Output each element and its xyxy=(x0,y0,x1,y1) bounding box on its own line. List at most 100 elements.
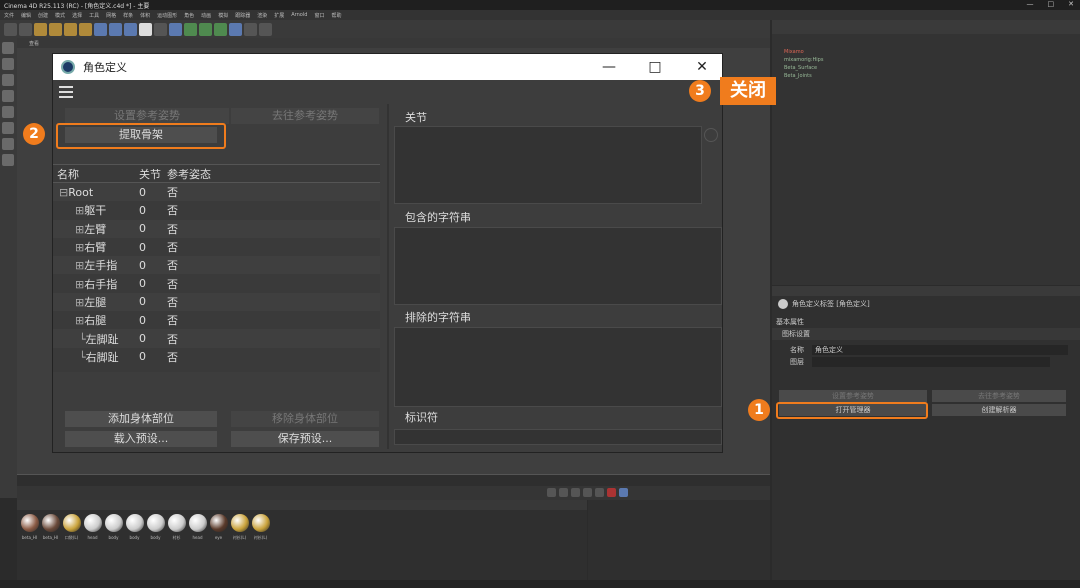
expand-icon[interactable]: ⊞ xyxy=(75,241,84,254)
play-icon[interactable] xyxy=(571,488,580,497)
tree-row[interactable]: ⊞左腿 0 否 xyxy=(53,292,380,312)
menu-item[interactable]: 样条 xyxy=(123,12,133,19)
material-swatch[interactable]: head xyxy=(187,512,208,541)
menu-item[interactable]: 网格 xyxy=(106,12,116,19)
menu-item[interactable]: 渲染 xyxy=(257,12,267,19)
object-row[interactable]: Beta_Joints xyxy=(772,72,1080,80)
menu-item[interactable]: 窗口 xyxy=(314,12,324,19)
menu-item[interactable]: 动画 xyxy=(201,12,211,19)
material-swatch[interactable]: beta_HI xyxy=(40,512,61,541)
point-mode-icon[interactable] xyxy=(2,58,14,70)
splitter[interactable] xyxy=(387,104,389,449)
exclude-strings-field[interactable] xyxy=(394,327,722,407)
material-swatch[interactable]: body xyxy=(124,512,145,541)
material-swatch[interactable]: 衬衫(L) xyxy=(250,512,271,541)
add-body-part-button[interactable]: 添加身体部位 xyxy=(65,411,217,427)
dialog-maximize-icon[interactable]: □ xyxy=(645,57,665,77)
menu-item[interactable]: 运动图形 xyxy=(157,12,177,19)
render-settings-icon[interactable] xyxy=(154,22,167,36)
cube-icon[interactable] xyxy=(169,22,182,36)
save-preset-button[interactable]: 保存预设... xyxy=(231,431,379,447)
tree-row[interactable]: ⊞右臂 0 否 xyxy=(53,238,380,256)
camera-icon[interactable] xyxy=(244,22,257,36)
material-swatch[interactable]: body xyxy=(103,512,124,541)
deformer-icon[interactable] xyxy=(199,22,212,36)
tree-row[interactable]: ⊞左臂 0 否 xyxy=(53,219,380,238)
col-ref[interactable]: 参考姿态 xyxy=(165,166,215,182)
menu-item[interactable]: Arnold xyxy=(291,12,307,18)
scale-icon[interactable] xyxy=(64,22,77,36)
minimize-icon[interactable]: — xyxy=(1027,0,1034,8)
col-name[interactable]: 名称 xyxy=(53,166,137,182)
material-swatch[interactable]: beta_HI xyxy=(19,512,40,541)
attr-set-ref-button[interactable]: 设置参考姿势 xyxy=(779,390,927,402)
expand-icon[interactable]: ⊞ xyxy=(75,223,84,236)
field-icon[interactable] xyxy=(214,22,227,36)
col-joints[interactable]: 关节 xyxy=(137,166,165,182)
menu-item[interactable]: 帮助 xyxy=(331,12,341,19)
x-axis-icon[interactable] xyxy=(94,22,107,36)
rotate-icon[interactable] xyxy=(79,22,92,36)
expand-icon[interactable]: ⊞ xyxy=(75,259,84,272)
move-icon[interactable] xyxy=(49,22,62,36)
tree-row[interactable]: └左脚趾 0 否 xyxy=(53,329,380,348)
attr-name-field[interactable]: 角色定义 xyxy=(812,345,1068,355)
material-swatch[interactable]: eye xyxy=(208,512,229,541)
branch-icon[interactable]: └ xyxy=(79,351,86,364)
menu-item[interactable]: 模式 xyxy=(55,12,65,19)
material-swatch[interactable]: 口袋(L) xyxy=(61,512,82,541)
tree-row[interactable]: └右脚趾 0 否 xyxy=(53,348,380,366)
target-icon[interactable] xyxy=(704,128,718,142)
branch-icon[interactable]: └ xyxy=(79,333,86,346)
remove-body-part-button[interactable]: 移除身体部位 xyxy=(231,411,379,427)
dialog-menu-icon[interactable] xyxy=(59,86,73,98)
tree-row[interactable]: ⊟Root 0 否 xyxy=(53,183,380,202)
joints-list[interactable] xyxy=(394,126,702,204)
prev-frame-icon[interactable] xyxy=(559,488,568,497)
menu-item[interactable]: 文件 xyxy=(4,12,14,19)
menu-item[interactable]: 模拟 xyxy=(218,12,228,19)
live-select-icon[interactable] xyxy=(34,22,47,36)
maximize-icon[interactable]: □ xyxy=(1048,0,1055,8)
next-frame-icon[interactable] xyxy=(583,488,592,497)
attr-layer-field[interactable] xyxy=(812,357,1050,367)
scene-icon[interactable] xyxy=(229,22,242,36)
goto-ref-pose-button[interactable]: 去往参考姿势 xyxy=(231,108,379,124)
menu-item[interactable]: 体积 xyxy=(140,12,150,19)
tree-row[interactable]: ⊞右手指 0 否 xyxy=(53,274,380,292)
menu-item[interactable]: 编辑 xyxy=(21,12,31,19)
pen-icon[interactable] xyxy=(184,22,197,36)
menu-item[interactable]: 创建 xyxy=(38,12,48,19)
redo-icon[interactable] xyxy=(19,22,32,36)
light-icon[interactable] xyxy=(259,22,272,36)
record-icon[interactable] xyxy=(607,488,616,497)
menu-item[interactable]: 工具 xyxy=(89,12,99,19)
expand-icon[interactable]: ⊞ xyxy=(75,296,84,309)
tree-row[interactable]: ⊞左手指 0 否 xyxy=(53,256,380,275)
load-preset-button[interactable]: 载入预设... xyxy=(65,431,217,447)
identifier-field[interactable] xyxy=(394,429,722,445)
z-axis-icon[interactable] xyxy=(124,22,137,36)
expand-icon[interactable]: ⊞ xyxy=(75,314,84,327)
axis-mode-icon[interactable] xyxy=(2,106,14,118)
material-swatch[interactable]: head xyxy=(82,512,103,541)
render-icon[interactable] xyxy=(139,22,152,36)
object-row[interactable]: Beta_Surface xyxy=(772,64,1080,72)
expand-icon[interactable]: ⊟ xyxy=(59,186,68,199)
polygon-mode-icon[interactable] xyxy=(2,90,14,102)
material-swatch[interactable]: 衬衫 xyxy=(166,512,187,541)
close-icon[interactable]: ✕ xyxy=(1068,0,1074,8)
menu-item[interactable]: 扩展 xyxy=(274,12,284,19)
expand-icon[interactable]: ⊞ xyxy=(75,278,84,291)
edge-mode-icon[interactable] xyxy=(2,74,14,86)
tree-row[interactable]: ⊞躯干 0 否 xyxy=(53,201,380,219)
dialog-minimize-icon[interactable]: — xyxy=(599,57,619,77)
last-frame-icon[interactable] xyxy=(595,488,604,497)
attr-goto-ref-button[interactable]: 去往参考姿势 xyxy=(932,390,1066,402)
y-axis-icon[interactable] xyxy=(109,22,122,36)
tree-row[interactable]: ⊞右腿 0 否 xyxy=(53,311,380,329)
undo-icon[interactable] xyxy=(4,22,17,36)
dialog-close-icon[interactable]: ✕ xyxy=(692,57,712,77)
expand-icon[interactable]: ⊞ xyxy=(75,204,84,217)
material-swatch[interactable]: 衬衫(L) xyxy=(229,512,250,541)
